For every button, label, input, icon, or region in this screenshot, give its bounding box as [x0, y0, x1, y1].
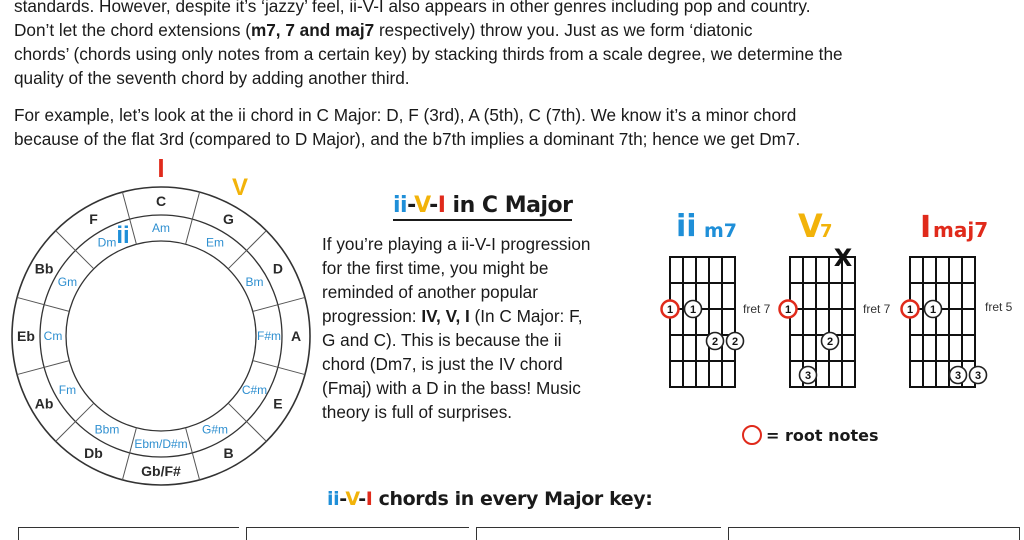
progression-bold: IV, V, I	[421, 306, 470, 326]
legend: = root notes	[742, 425, 878, 445]
sector-divider	[55, 402, 95, 442]
sector-divider	[227, 230, 267, 270]
major-key-label: B	[223, 445, 233, 461]
minor-key-label: Gm	[58, 275, 77, 289]
chord-ext-m7: m7	[704, 220, 737, 242]
minor-key-label: Em	[206, 235, 224, 249]
intro-line: For example, let’s look at the ii chord …	[14, 105, 797, 125]
section-title: ii-V-I in C Major	[393, 193, 573, 221]
table-top-4	[728, 527, 1020, 540]
bottom-title: ii-V-I chords in every Major key:	[327, 488, 653, 510]
svg-text:3: 3	[975, 370, 981, 382]
chord-diagrams: ii m7 V 7 I maj7 X fret 7 fret 7 fret 5 …	[660, 207, 1013, 388]
major-key-label: A	[291, 328, 301, 344]
finger-dot: 1	[923, 299, 943, 319]
svg-text:1: 1	[785, 304, 791, 316]
circle-labels: C Am G Em D Bm A F#m E C#m B G#m Gb/F# Ebm/D#m Db Bbm Ab…	[17, 193, 301, 479]
finger-dots: 1 1 2 2 1 2 3 1 1 3 3	[660, 299, 988, 385]
minor-key-label: Bm	[246, 275, 264, 289]
svg-text:1: 1	[930, 304, 936, 316]
major-key-label: E	[273, 396, 282, 412]
fret-label-ii: fret 7	[743, 302, 771, 316]
finger-dot: 1	[683, 299, 703, 319]
table-top-3	[476, 527, 721, 540]
minor-key-label: C#m	[242, 383, 267, 397]
major-key-label: D	[273, 261, 283, 277]
side-line: chord (Dm7, is just the IV chord	[322, 354, 563, 374]
finger-dot: 2	[705, 331, 725, 351]
fret-grids	[669, 256, 976, 388]
finger-dot: 2	[820, 331, 840, 351]
finger-dot: 3	[968, 365, 988, 385]
side-line: G and C). This is because the ii	[322, 330, 562, 350]
major-key-label: Eb	[17, 328, 35, 344]
marker-V: V	[232, 174, 248, 201]
major-key-label: Db	[84, 445, 103, 461]
svg-text:1: 1	[667, 304, 673, 316]
intro-line: standards. However, despite it’s ‘jazzy’…	[14, 0, 811, 16]
marker-ii: ii	[116, 222, 129, 249]
svg-text:3: 3	[805, 370, 811, 382]
intro-line: Don’t let the chord extensions (m7, 7 an…	[14, 20, 753, 40]
svg-text:2: 2	[712, 336, 718, 348]
major-key-label: C	[156, 193, 166, 209]
circle-of-fifths: C Am G Em D Bm A F#m E C#m B G#m Gb/F# Ebm/D#m Db Bbm Ab…	[11, 153, 311, 486]
side-line: progression: IV, V, I (In C Major: F,	[322, 306, 583, 326]
svg-text:2: 2	[732, 336, 738, 348]
major-key-label: G	[223, 211, 234, 227]
side-line: theory is full of surprises.	[322, 402, 513, 422]
root-finger-dot: 1	[660, 299, 680, 319]
minor-key-label: Bbm	[95, 423, 120, 437]
major-key-label: Ab	[35, 396, 54, 412]
legend-text: = root notes	[766, 426, 879, 445]
minor-key-label: Ebm/D#m	[134, 437, 187, 451]
root-note-icon	[742, 425, 762, 445]
major-key-label: Bb	[35, 261, 54, 277]
svg-text:1: 1	[690, 304, 696, 316]
minor-key-label: G#m	[202, 423, 228, 437]
minor-key-label: Dm	[98, 235, 117, 249]
inner-ring	[65, 240, 257, 432]
root-finger-dot: 1	[778, 299, 798, 319]
minor-key-label: Am	[152, 221, 170, 235]
fret-grid	[789, 256, 856, 388]
root-finger-dot: 1	[900, 299, 920, 319]
finger-dot: 2	[725, 331, 745, 351]
major-key-label: Gb/F#	[141, 463, 181, 479]
extensions-bold: m7, 7 and maj7	[250, 20, 375, 40]
svg-text:1: 1	[907, 304, 913, 316]
side-line: for the first time, you might be	[322, 258, 549, 278]
marker-I: I	[157, 153, 164, 183]
fret-label-I: fret 5	[985, 300, 1013, 314]
chord-label-I: I	[920, 210, 931, 245]
side-paragraph: If you’re playing a ii-V-I progression f…	[322, 232, 590, 424]
svg-text:3: 3	[955, 370, 961, 382]
minor-key-label: F#m	[257, 329, 281, 343]
fret-label-V: fret 7	[863, 302, 891, 316]
table-top-1	[18, 527, 239, 540]
minor-key-label: Cm	[44, 329, 63, 343]
minor-key-label: Fm	[59, 383, 76, 397]
side-line: reminded of another popular	[322, 282, 538, 302]
major-key-label: F	[89, 211, 98, 227]
svg-text:2: 2	[827, 336, 833, 348]
intro-paragraph-1: standards. However, despite it’s ‘jazzy’…	[14, 0, 843, 90]
sector-divider	[55, 230, 95, 270]
side-line: (Fmaj) with a D in the bass! Music	[322, 378, 581, 398]
intro-paragraph-2: For example, let’s look at the ii chord …	[14, 103, 800, 151]
sector-divider	[227, 402, 267, 442]
intro-line: quality of the seventh chord by adding a…	[14, 68, 410, 88]
fret-grid	[669, 256, 736, 388]
fret-grid	[909, 256, 976, 388]
intro-line: chords’ (chords using only notes from a …	[14, 44, 843, 64]
finger-dot: 3	[948, 365, 968, 385]
chord-ext-7: 7	[820, 221, 833, 242]
finger-dot: 3	[798, 365, 818, 385]
side-line: If you’re playing a ii-V-I progression	[322, 234, 591, 254]
table-top-2	[246, 527, 469, 540]
chord-label-ii: ii	[676, 209, 697, 244]
intro-line: because of the flat 3rd (compared to D M…	[14, 129, 801, 149]
chord-ext-maj7: maj7	[933, 218, 988, 242]
